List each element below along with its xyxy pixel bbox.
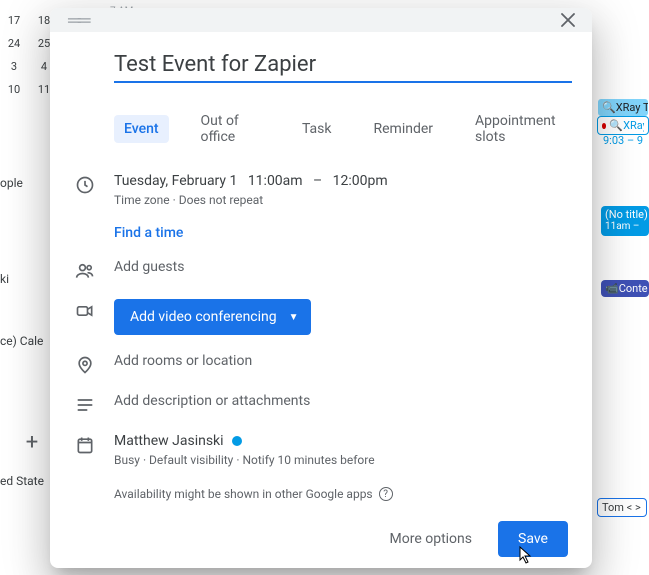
bg-sidebar-text: ed State (0, 474, 44, 488)
tab-out-of-office[interactable]: Out of office (191, 107, 270, 151)
add-description-field[interactable]: Add description or attachments (114, 393, 574, 409)
save-button[interactable]: Save (498, 521, 568, 557)
event-title-input[interactable] (114, 50, 572, 83)
video-icon (74, 299, 96, 321)
bg-sidebar-text: ce) Cale (0, 334, 43, 348)
bg-event-notitle[interactable]: (No title) 11am – (601, 206, 649, 236)
event-datetime[interactable]: Tuesday, February 1 11:00am – 12:00pm (114, 173, 574, 189)
help-icon[interactable]: ? (379, 487, 393, 501)
tab-appointment-slots[interactable]: Appointment slots (465, 107, 574, 151)
people-icon (74, 259, 96, 281)
clock-icon (74, 173, 96, 195)
find-a-time-link[interactable]: Find a time (114, 225, 574, 241)
add-video-conferencing-button[interactable]: Add video conferencing ▼ (114, 299, 311, 335)
more-options-button[interactable]: More options (380, 523, 483, 555)
add-button[interactable]: + (20, 430, 44, 454)
tab-reminder[interactable]: Reminder (363, 115, 443, 143)
bg-sidebar-text: ople (0, 176, 23, 190)
bg-event-xray2-time: 9:03 – 9 (599, 132, 649, 149)
description-icon (74, 393, 96, 415)
bg-event-tom[interactable]: Tom < > (597, 498, 647, 517)
event-type-tabs: Event Out of office Task Reminder Appoin… (114, 107, 574, 151)
bg-event-xray1[interactable]: 🔍XRay T (597, 98, 649, 117)
add-location-field[interactable]: Add rooms or location (114, 353, 574, 369)
dialog-drag-bar[interactable]: ══ (50, 8, 592, 32)
add-guests-field[interactable]: Add guests (114, 259, 574, 275)
close-icon[interactable] (556, 8, 580, 32)
calendar-owner[interactable]: Matthew Jasinski (114, 433, 574, 449)
chevron-down-icon: ▼ (289, 312, 299, 323)
drag-handle-icon: ══ (68, 10, 88, 31)
timezone-repeat-label[interactable]: Time zone · Does not repeat (114, 193, 574, 207)
calendar-color-dot (232, 436, 242, 446)
event-create-dialog: ══ Event Out of office Task Reminder App… (50, 8, 592, 568)
availability-note: Availability might be shown in other Goo… (114, 487, 574, 501)
tab-task[interactable]: Task (292, 115, 342, 143)
tab-event[interactable]: Event (114, 115, 169, 143)
bg-event-content[interactable]: 📹Conte (601, 280, 649, 297)
visibility-notify-label[interactable]: Busy · Default visibility · Notify 10 mi… (114, 453, 574, 467)
mini-cal: 1718 2425 34 1011 (5, 14, 53, 96)
location-icon (74, 353, 96, 375)
bg-sidebar-text: ki (0, 272, 9, 286)
calendar-icon (74, 433, 96, 455)
